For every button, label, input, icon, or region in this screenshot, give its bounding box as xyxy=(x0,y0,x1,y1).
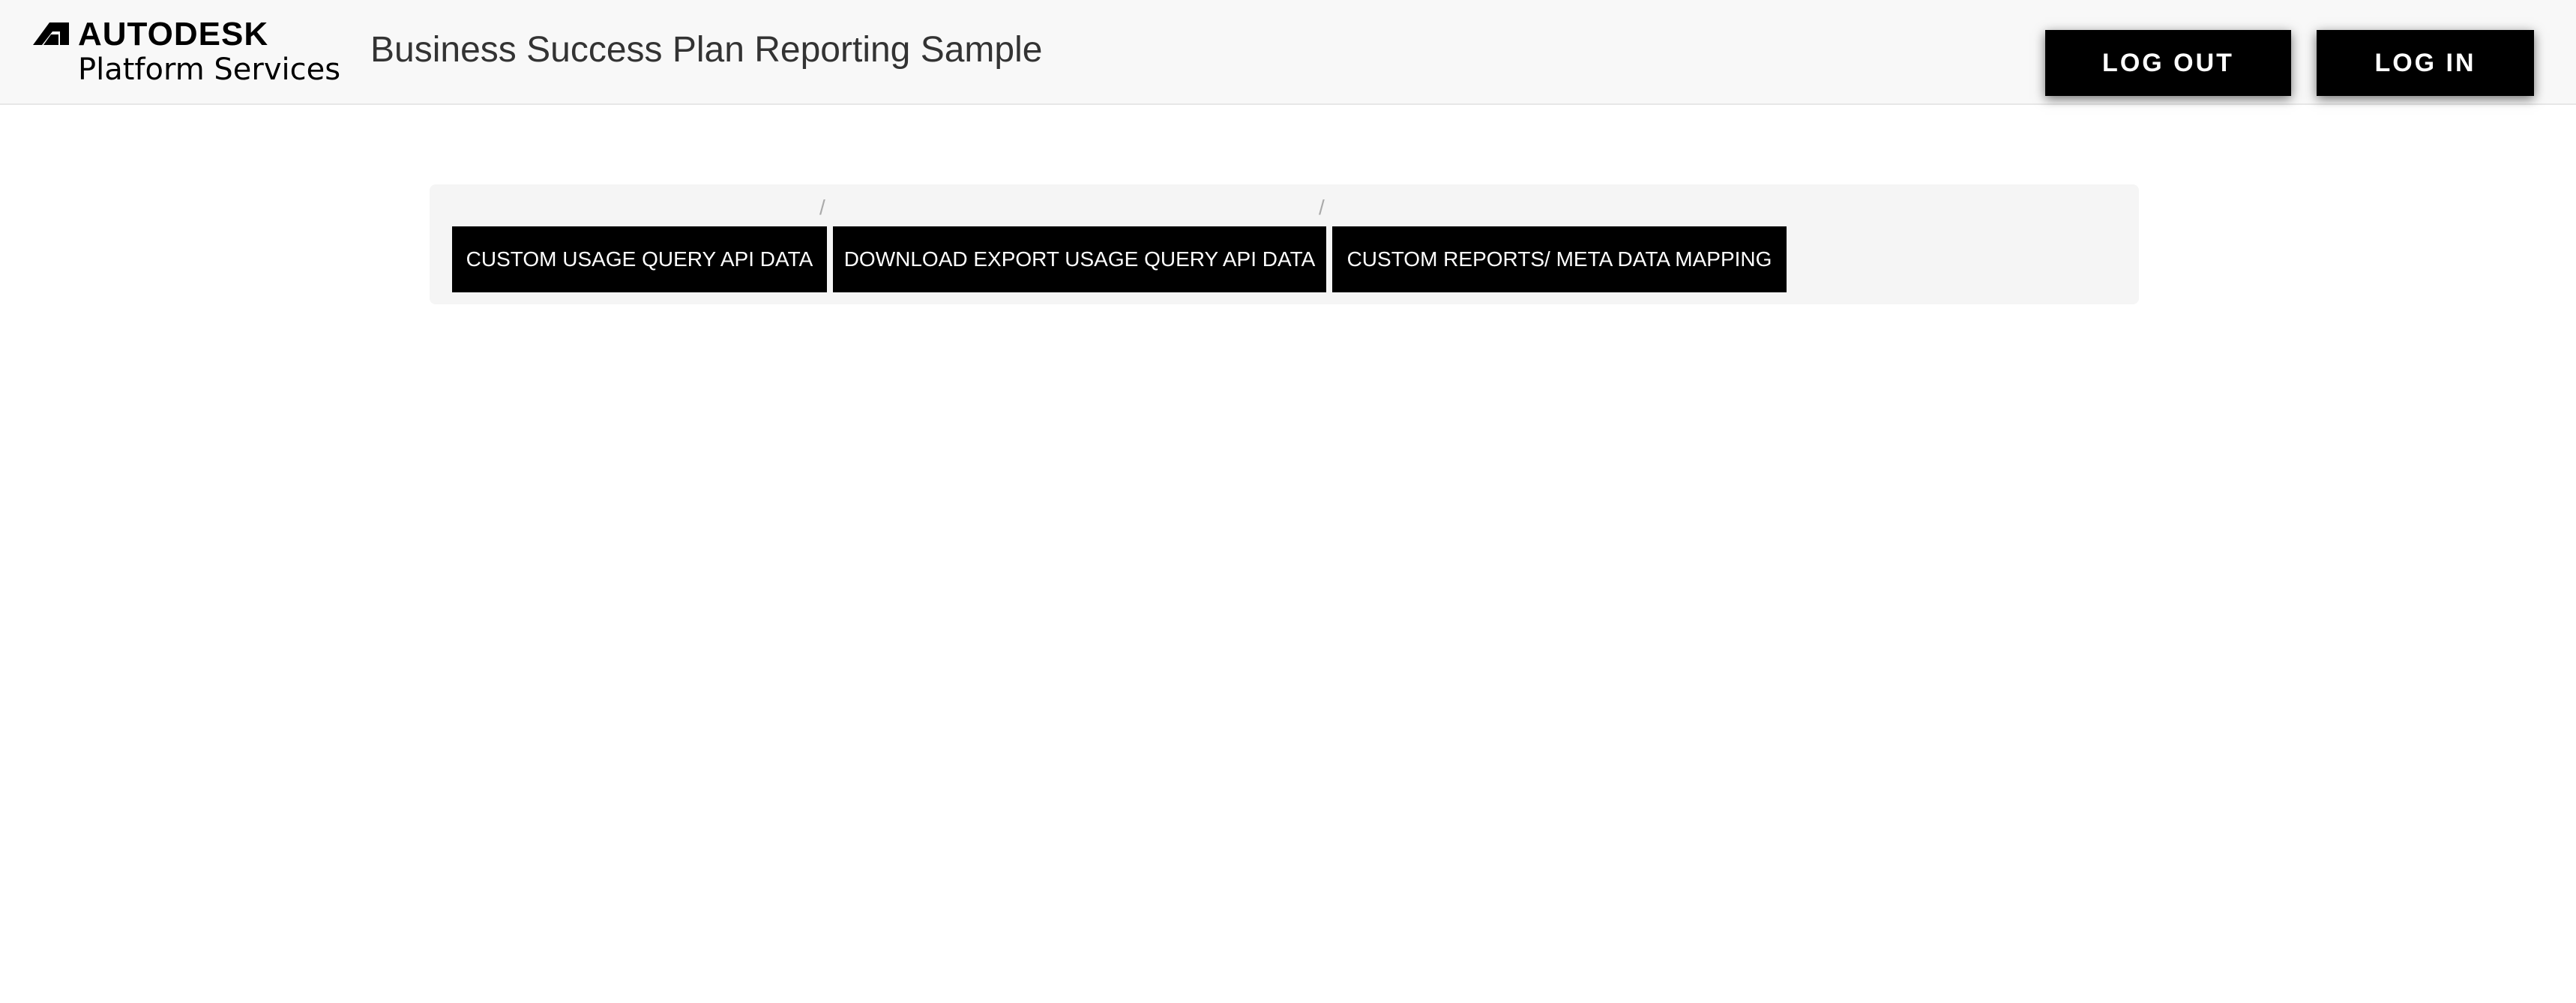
top-navbar: AUTODESK Platform Services Business Succ… xyxy=(0,0,2576,105)
breadcrumb: CUSTOM USAGE QUERY API DATA / DOWNLOAD E… xyxy=(452,184,2101,304)
autodesk-logo-icon xyxy=(33,22,69,45)
page-title: Business Success Plan Reporting Sample xyxy=(370,30,1043,70)
breadcrumb-panel: CUSTOM USAGE QUERY API DATA / DOWNLOAD E… xyxy=(430,184,2139,304)
breadcrumb-item-custom-usage-query[interactable]: CUSTOM USAGE QUERY API DATA xyxy=(452,226,827,292)
breadcrumb-separator: / xyxy=(1319,196,1325,219)
brand-logo[interactable]: AUTODESK Platform Services xyxy=(33,16,348,87)
breadcrumb-item-custom-reports-metadata-mapping[interactable]: CUSTOM REPORTS/ META DATA MAPPING xyxy=(1332,226,1787,292)
breadcrumb-separator: / xyxy=(819,196,825,219)
breadcrumb-item-download-export-usage-query[interactable]: DOWNLOAD EXPORT USAGE QUERY API DATA xyxy=(833,226,1326,292)
logo-brand-text: AUTODESK xyxy=(78,16,269,52)
logout-button[interactable]: LOG OUT xyxy=(2045,30,2291,96)
logo-product-text: Platform Services xyxy=(78,52,341,87)
login-button[interactable]: LOG IN xyxy=(2317,30,2534,96)
